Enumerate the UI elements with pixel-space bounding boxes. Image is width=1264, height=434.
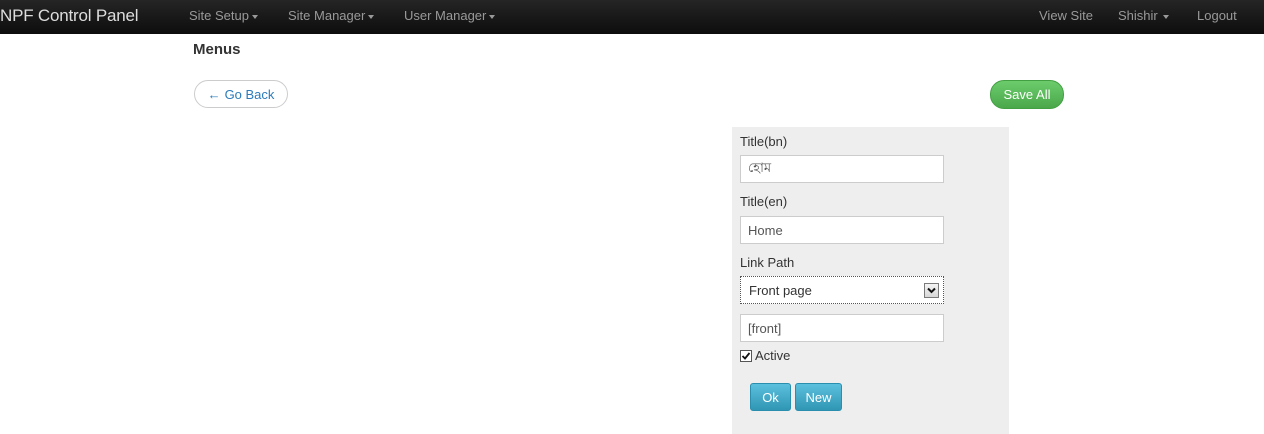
nav-user-menu[interactable]: Shishir [1118, 8, 1169, 23]
nav-logout[interactable]: Logout [1197, 8, 1237, 23]
go-back-button[interactable]: ← Go Back [194, 80, 288, 108]
active-label: Active [755, 348, 791, 363]
ok-label: Ok [762, 389, 779, 405]
ok-button[interactable]: Ok [750, 383, 791, 411]
new-button[interactable]: New [795, 383, 842, 411]
nav-site-setup-label: Site Setup [189, 8, 249, 23]
nav-view-site[interactable]: View Site [1039, 8, 1093, 23]
active-row: Active [740, 348, 790, 363]
caret-down-icon [252, 14, 258, 19]
arrow-left-icon: ← [207, 86, 221, 102]
link-path-label: Link Path [740, 255, 795, 270]
caret-down-icon [1162, 14, 1169, 19]
nav-user-name: Shishir [1118, 8, 1158, 23]
go-back-label: Go Back [224, 86, 275, 102]
checkmark-icon [741, 351, 751, 360]
title-bn-input[interactable]: হোম [740, 155, 944, 183]
save-all-button[interactable]: Save All [990, 80, 1064, 109]
save-all-label: Save All [1003, 87, 1051, 102]
nav-site-manager-label: Site Manager [288, 8, 366, 23]
link-path-select[interactable]: Front page [740, 276, 944, 304]
nav-site-manager[interactable]: Site Manager [288, 8, 375, 23]
nav-user-manager[interactable]: User Manager [404, 8, 496, 23]
title-bn-label: Title(bn) [740, 134, 788, 149]
link-path-value: [front] [748, 320, 782, 336]
title-en-label: Title(en) [740, 194, 788, 209]
link-path-input[interactable]: [front] [740, 314, 944, 342]
caret-down-icon [368, 14, 375, 19]
brand-title[interactable]: NPF Control Panel [0, 6, 139, 26]
nav-site-setup[interactable]: Site Setup [189, 8, 258, 23]
active-checkbox[interactable] [740, 349, 752, 362]
new-label: New [805, 389, 832, 405]
title-bn-value: হোম [748, 159, 772, 175]
nav-user-manager-label: User Manager [404, 8, 487, 23]
page-title: Menus [193, 41, 241, 58]
chevron-down-icon[interactable] [924, 282, 939, 298]
caret-down-icon [489, 14, 496, 19]
link-path-selected: Front page [749, 282, 812, 298]
title-en-input[interactable]: Home [740, 216, 944, 244]
title-en-value: Home [748, 222, 783, 238]
top-navbar: NPF Control Panel Site Setup Site Manage… [0, 0, 1264, 34]
menu-edit-form: Title(bn) হোম Title(en) Home Link Path F… [732, 127, 1009, 434]
